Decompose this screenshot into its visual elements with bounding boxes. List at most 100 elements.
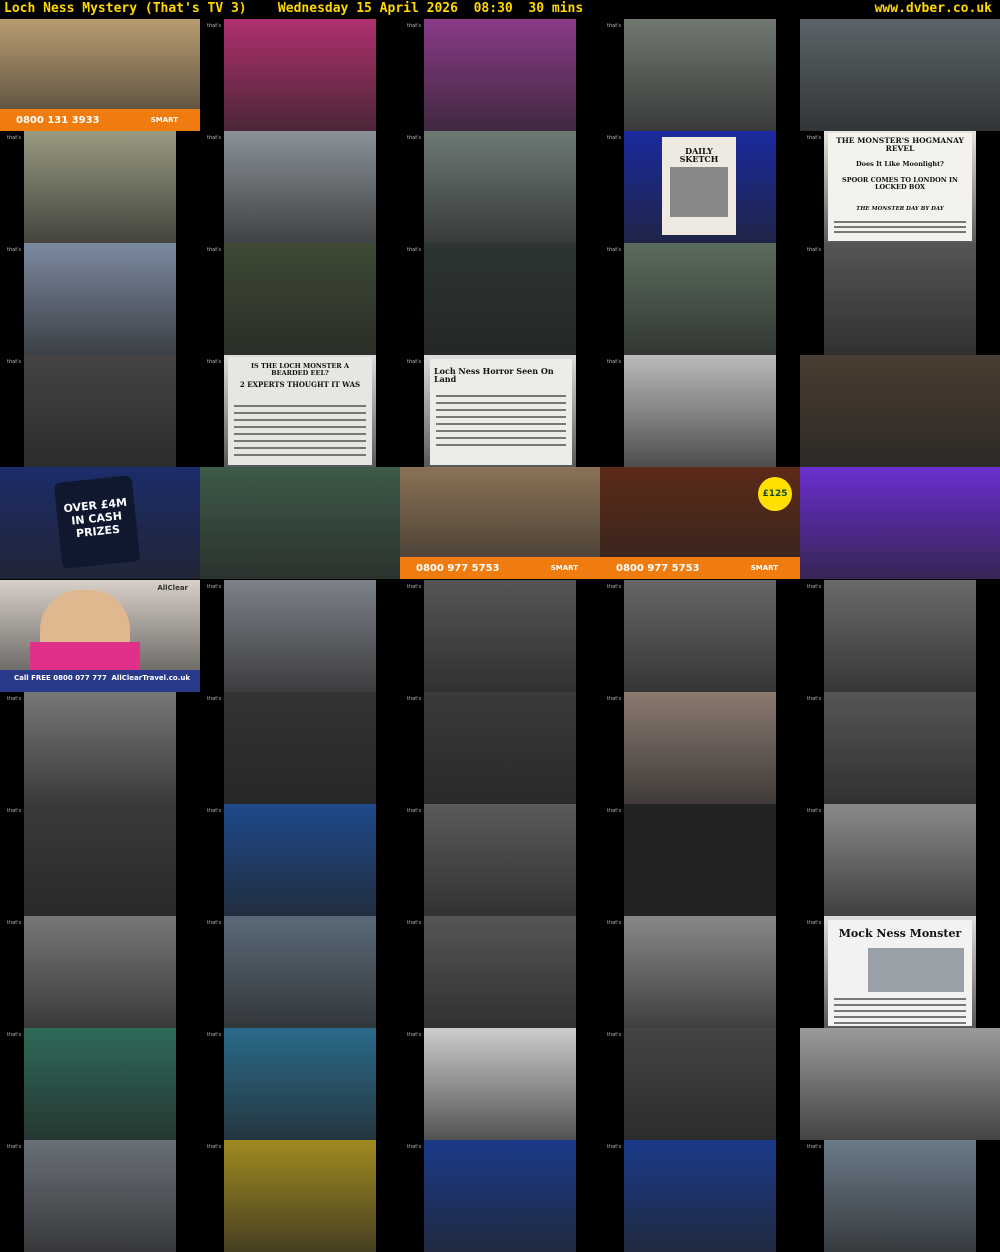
- thumbnail[interactable]: that's: [0, 1140, 200, 1252]
- thumbnail[interactable]: DAILY SKETCH that's: [600, 131, 800, 243]
- channel-logo: that's: [7, 696, 22, 702]
- channel-logo: that's: [207, 920, 222, 926]
- thumbnail[interactable]: that's: [800, 1140, 1000, 1252]
- thumbnail[interactable]: [800, 467, 1000, 579]
- thumbnail[interactable]: that's: [600, 692, 800, 804]
- thumbnail[interactable]: that's: [0, 131, 200, 243]
- channel-logo: that's: [607, 584, 622, 590]
- thumbnail[interactable]: that's: [600, 1028, 800, 1140]
- thumbnail[interactable]: that's: [800, 804, 1000, 916]
- thumbnail[interactable]: that's: [400, 804, 600, 916]
- channel-logo: that's: [807, 584, 822, 590]
- thumbnail[interactable]: that's: [400, 131, 600, 243]
- thumbnail-image: Loch Ness Horror Seen On Land: [424, 355, 576, 467]
- site-link[interactable]: www.dvber.co.uk: [875, 1, 992, 16]
- ad-phone-number: 0800 977 5753: [616, 563, 700, 574]
- thumbnail[interactable]: Loch Ness Horror Seen On Land that's: [400, 355, 600, 467]
- thumbnail-image: [800, 1028, 1000, 1140]
- newspaper-subheadline: 2 EXPERTS THOUGHT IT WAS: [239, 380, 361, 389]
- ad-brand-text: SMART: [750, 564, 778, 572]
- thumbnail[interactable]: that's: [600, 804, 800, 916]
- ad-site: AllClearTravel.co.uk: [111, 674, 190, 682]
- thumbnail[interactable]: that's: [0, 804, 200, 916]
- thumbnail[interactable]: THE MONSTER'S HOGMANAY REVEL Does It Like…: [800, 131, 1000, 243]
- thumbnail[interactable]: that's: [400, 1140, 600, 1252]
- newspaper-photo: [670, 167, 728, 217]
- thumbnail[interactable]: that's: [200, 1140, 400, 1252]
- thumbnail[interactable]: that's: [200, 243, 400, 355]
- thumbnail-image: [224, 580, 376, 692]
- thumbnail[interactable]: 0800 977 5753 SMART £125: [600, 467, 800, 579]
- newspaper-subheadline: Does It Like Moonlight?: [856, 160, 944, 168]
- thumbnail[interactable]: IS THE LOCH MONSTER A BEARDED EEL? 2 EXPE…: [200, 355, 400, 467]
- thumbnail[interactable]: that's: [400, 243, 600, 355]
- thumbnail-image: [624, 804, 776, 916]
- thumbnail[interactable]: that's: [600, 1140, 800, 1252]
- thumbnail[interactable]: that's: [400, 19, 600, 131]
- newspaper-headline: DAILY SKETCH: [679, 146, 719, 165]
- thumbnail[interactable]: that's: [400, 916, 600, 1028]
- offer-badge: £125: [758, 477, 792, 511]
- channel-logo: that's: [207, 135, 222, 141]
- channel-logo: that's: [407, 359, 422, 365]
- text-line: [436, 409, 566, 411]
- thumbnail[interactable]: that's: [200, 804, 400, 916]
- thumbnail[interactable]: that's: [400, 580, 600, 692]
- thumbnail[interactable]: OVER £4M IN CASH PRIZES: [0, 467, 200, 579]
- thumbnail[interactable]: that's: [400, 692, 600, 804]
- thumbnail-image: [424, 243, 576, 355]
- thumbnail[interactable]: Mock Ness Monster that's: [800, 916, 1000, 1028]
- newspaper-headline: Loch Ness Horror Seen On Land: [434, 366, 554, 385]
- newspaper-photo: [868, 948, 964, 992]
- text-line: [834, 1010, 966, 1012]
- thumbnail[interactable]: that's: [0, 355, 200, 467]
- thumbnail[interactable]: that's: [200, 1028, 400, 1140]
- text-line: [834, 998, 966, 1000]
- thumbnail[interactable]: AllClear Call FREE 0800 077 777 AllClearTr…: [0, 580, 200, 692]
- thumbnail-image: [624, 1028, 776, 1140]
- channel-logo: that's: [607, 135, 622, 141]
- newspaper-clipping: IS THE LOCH MONSTER A BEARDED EEL? 2 EXPE…: [228, 357, 372, 465]
- channel-logo: that's: [807, 696, 822, 702]
- text-line: [436, 444, 566, 446]
- thumbnail[interactable]: 0800 131 3933 SMART: [0, 19, 200, 131]
- thumbnail[interactable]: that's: [200, 916, 400, 1028]
- newspaper-headline: IS THE LOCH MONSTER A BEARDED EEL?: [251, 362, 349, 377]
- thumbnail[interactable]: [200, 467, 400, 579]
- thumbnail[interactable]: that's: [600, 19, 800, 131]
- text-line: [436, 430, 566, 432]
- thumbnail[interactable]: [800, 19, 1000, 131]
- thumbnail[interactable]: that's: [600, 355, 800, 467]
- thumbnail[interactable]: that's: [600, 243, 800, 355]
- channel-logo: that's: [207, 1032, 222, 1038]
- thumbnail[interactable]: that's: [800, 580, 1000, 692]
- thumbnail[interactable]: [800, 1028, 1000, 1140]
- channel-logo: that's: [7, 1144, 22, 1150]
- thumbnail[interactable]: that's: [0, 1028, 200, 1140]
- thumbnail-image: [424, 131, 576, 243]
- thumbnail[interactable]: that's: [400, 1028, 600, 1140]
- thumbnail[interactable]: that's: [200, 580, 400, 692]
- text-line: [834, 1004, 966, 1006]
- thumbnail[interactable]: 0800 977 5753 SMART: [400, 467, 600, 579]
- thumbnail[interactable]: that's: [600, 916, 800, 1028]
- thumbnail[interactable]: that's: [600, 580, 800, 692]
- text-line: [234, 433, 366, 435]
- thumbnail[interactable]: that's: [800, 692, 1000, 804]
- thumbnail[interactable]: that's: [0, 243, 200, 355]
- thumbnail-image: [824, 243, 976, 355]
- channel-logo: that's: [807, 920, 822, 926]
- channel-logo: that's: [607, 1032, 622, 1038]
- thumbnail[interactable]: that's: [200, 131, 400, 243]
- ad-brand-text: SMART: [550, 564, 578, 572]
- thumbnail[interactable]: that's: [0, 692, 200, 804]
- thumbnail[interactable]: that's: [0, 916, 200, 1028]
- thumbnail[interactable]: [800, 355, 1000, 467]
- channel-logo: that's: [407, 696, 422, 702]
- thumbnail-image: [224, 692, 376, 804]
- thumbnail-image: [624, 580, 776, 692]
- thumbnail[interactable]: that's: [200, 692, 400, 804]
- thumbnail[interactable]: that's: [200, 19, 400, 131]
- thumbnail[interactable]: that's: [800, 243, 1000, 355]
- channel-logo: that's: [207, 23, 222, 29]
